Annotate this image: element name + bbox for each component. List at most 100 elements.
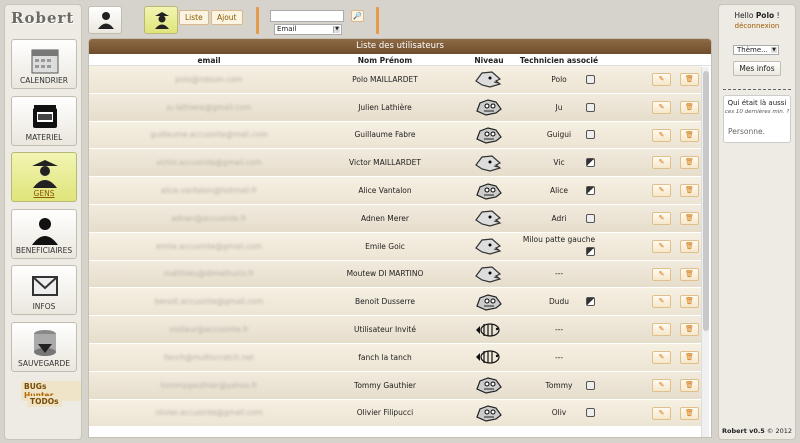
pencil-icon: ✎ <box>658 102 665 111</box>
header-technicien: Technicien associé <box>519 56 599 65</box>
nav-item-materiel[interactable]: MATERIEL <box>11 95 77 146</box>
theme-select[interactable]: Thème... ▼ <box>733 45 779 55</box>
chevron-down-icon: ▼ <box>333 26 340 33</box>
level-admin-icon <box>475 210 502 227</box>
pencil-icon: ✎ <box>658 380 665 389</box>
technician-cell: Polo <box>519 66 599 93</box>
level-cell <box>472 149 506 176</box>
edit-button[interactable]: ✎ <box>652 406 671 420</box>
technician-cell: Vic <box>519 149 599 176</box>
scrollbar-thumb[interactable] <box>703 71 709 331</box>
liste-button[interactable]: Liste <box>179 10 209 25</box>
technician-name: --- <box>554 325 564 335</box>
header-niveau: Niveau <box>474 56 504 65</box>
edit-button[interactable]: ✎ <box>652 378 671 392</box>
edit-button[interactable]: ✎ <box>652 323 671 337</box>
email-cell: benoit.accusinte@gmail.com <box>154 297 264 307</box>
pencil-icon: ✎ <box>658 158 665 167</box>
nav-item-label: SAUVEGARDE <box>17 358 71 368</box>
pencil-icon: ✎ <box>658 130 665 139</box>
level-cell <box>472 94 506 121</box>
my-info-button[interactable]: Mes infos <box>733 61 781 76</box>
edit-button[interactable]: ✎ <box>652 267 671 281</box>
delete-button[interactable]: 🗑 <box>680 100 699 114</box>
delete-button[interactable]: 🗑 <box>680 378 699 392</box>
delete-button[interactable]: 🗑 <box>680 239 699 253</box>
search-input[interactable] <box>270 10 344 22</box>
email-cell: visiteur@accusinte.fr <box>169 325 249 335</box>
users-panel: Liste des utilisateurs email Nom Prénom … <box>88 38 712 438</box>
level-dev-icon <box>476 405 502 422</box>
delete-button[interactable]: 🗑 <box>680 156 699 170</box>
name-cell: Guillaume Fabre <box>354 130 416 140</box>
level-cell <box>472 233 506 260</box>
pencil-icon: ✎ <box>658 325 665 334</box>
delete-button[interactable]: 🗑 <box>680 128 699 142</box>
edit-button[interactable]: ✎ <box>652 211 671 225</box>
scrollbar[interactable] <box>701 67 709 437</box>
user-button[interactable] <box>88 6 122 34</box>
search-button[interactable]: 🔎 <box>351 10 364 22</box>
name-cell: Benoit Dusserre <box>355 297 415 307</box>
email-cell: fanch@multiscratch.net <box>164 352 254 362</box>
level-admin-icon <box>475 266 502 283</box>
delete-button[interactable]: 🗑 <box>680 406 699 420</box>
edit-button[interactable]: ✎ <box>652 73 671 86</box>
todos-label: TODOs <box>30 397 59 406</box>
delete-button[interactable]: 🗑 <box>680 295 699 309</box>
nav-item-gens[interactable]: GENS <box>11 152 77 202</box>
delete-button[interactable]: 🗑 <box>680 184 699 198</box>
trash-icon: 🗑 <box>685 186 694 195</box>
header-email: email <box>197 56 221 65</box>
user-icon <box>98 12 114 29</box>
nav-item-infos[interactable]: INFOS <box>11 265 77 315</box>
liste-label: Liste <box>185 13 203 22</box>
technician-icon <box>586 408 595 418</box>
name-cell: Julien Lathière <box>358 102 412 112</box>
chevron-down-icon: ▼ <box>771 47 777 53</box>
technician-name: Dudu <box>548 297 570 307</box>
delete-button[interactable]: 🗑 <box>680 267 699 281</box>
name-cell: fanch la tanch <box>358 352 412 362</box>
email-cell: tommygauthier@yahoo.fr <box>160 380 258 390</box>
name-cell: Utilisateur Invité <box>353 325 416 335</box>
technician-name: Alice <box>549 186 569 196</box>
edit-button[interactable]: ✎ <box>652 295 671 309</box>
technician-name: Ju <box>555 102 563 112</box>
hello-suffix: ! <box>776 11 780 20</box>
edit-button[interactable]: ✎ <box>652 128 671 142</box>
technician-name: Tommy <box>545 380 573 390</box>
delete-button[interactable]: 🗑 <box>680 73 699 86</box>
table-row: visiteur@accusinte.fr Utilisateur Invité -… <box>89 316 701 344</box>
nav-item-sauvegarde[interactable]: SAUVEGARDE <box>11 321 77 372</box>
nav-item-calendrier[interactable]: CALENDRIER <box>11 39 77 89</box>
nav-item-beneficiaires[interactable]: BENEFICIAIRES <box>11 208 77 259</box>
person-icon <box>32 217 58 245</box>
level-dev-icon <box>476 127 502 144</box>
edit-button[interactable]: ✎ <box>652 156 671 170</box>
edit-button[interactable]: ✎ <box>652 350 671 364</box>
logo-text: Robert <box>11 9 75 27</box>
delete-button[interactable]: 🗑 <box>680 350 699 364</box>
delete-button[interactable]: 🗑 <box>680 323 699 337</box>
level-cell <box>472 400 506 427</box>
level-admin-icon <box>475 71 502 89</box>
delete-button[interactable]: 🗑 <box>680 211 699 225</box>
technician-cell: Oliv <box>519 400 599 427</box>
todos-link[interactable]: TODOs <box>27 396 62 407</box>
edit-button[interactable]: ✎ <box>652 239 671 253</box>
technician-cell: Guigui <box>519 122 599 149</box>
table-row: fanch@multiscratch.net fanch la tanch --- ✎… <box>89 343 701 372</box>
email-cell: matthieu@dimathurio.fr <box>163 269 255 279</box>
people-tab-button[interactable] <box>144 6 178 34</box>
technician-icon <box>586 74 595 84</box>
level-dev-icon <box>476 377 502 394</box>
level-cell <box>472 344 506 371</box>
search-field-select[interactable]: Email ▼ <box>274 24 342 35</box>
edit-button[interactable]: ✎ <box>652 184 671 198</box>
technician-cell: Ju <box>519 94 599 121</box>
ajout-button[interactable]: Ajout <box>211 10 243 25</box>
edit-button[interactable]: ✎ <box>652 100 671 114</box>
nav-item-label: CALENDRIER <box>19 76 69 85</box>
logout-link[interactable]: déconnexion <box>719 22 795 30</box>
